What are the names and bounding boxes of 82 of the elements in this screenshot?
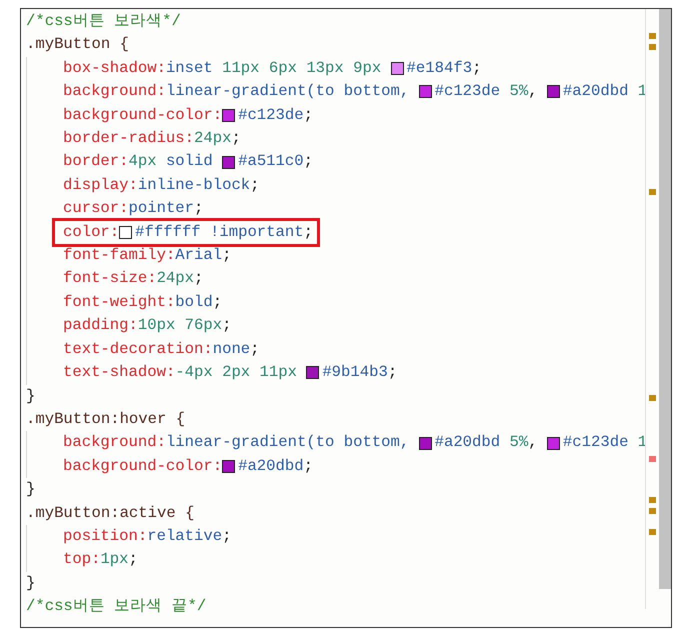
code-punctuation: ; [250, 338, 260, 360]
css-number: -4px 2px 11px [175, 362, 298, 384]
code-punctuation: , [528, 432, 539, 454]
code-punctuation: ; [194, 198, 204, 220]
code-punctuation: ; [304, 104, 313, 126]
css-value: linear-gradient(to bottom, [166, 432, 410, 454]
css-value: relative [147, 526, 222, 547]
css-value: #9b14b3 [322, 362, 388, 384]
css-property: font-weight: [63, 292, 176, 313]
css-value: #a511c0 [238, 151, 304, 172]
css-value: #c123de [562, 432, 630, 454]
css-number: 24px [194, 128, 232, 150]
css-property: background: [63, 432, 166, 454]
code-punctuation: ; [222, 315, 232, 336]
css-value: #c123de [434, 81, 502, 102]
code-punctuation: } [26, 386, 36, 406]
css-value: pointer [128, 198, 194, 220]
code-punctuation: ; [222, 526, 232, 547]
css-value: #a20dbd [434, 432, 502, 454]
css-value: inline-block [138, 174, 250, 196]
css-number: 5% [509, 432, 528, 454]
css-property: color: [63, 222, 120, 243]
css-number: 1px [100, 549, 129, 570]
ruler-marker-icon [649, 497, 656, 503]
css-number: 4px [128, 151, 158, 172]
code-punctuation: ; [250, 174, 260, 196]
css-property: position: [63, 526, 148, 547]
css-value: linear-gradient(to bottom, [166, 81, 410, 102]
ruler-marker-icon [649, 33, 656, 39]
css-value: Arial [175, 245, 222, 266]
css-property: cursor: [63, 198, 129, 220]
css-property: display: [63, 174, 138, 196]
css-value: solid [166, 151, 214, 172]
ruler-marker-icon [649, 395, 656, 401]
code-punctuation: ; [472, 58, 482, 79]
code-punctuation: ; [304, 456, 313, 477]
ruler-marker-icon [649, 189, 656, 195]
code-punctuation: } [26, 572, 36, 594]
code-comment: /*css버튼 보라색 끝*/ [26, 596, 206, 618]
code-punctuation: ; [194, 268, 204, 290]
css-number: 5% [509, 81, 528, 102]
css-value: none [212, 338, 250, 360]
css-property: border-radius: [63, 128, 194, 150]
css-property: padding: [63, 315, 138, 336]
code-punctuation: } [26, 479, 36, 500]
css-property: box-shadow: [63, 58, 166, 79]
code-comment: /*css버튼 보라색*/ [26, 11, 181, 32]
code-punctuation: ; [128, 549, 138, 570]
css-property: font-size: [63, 268, 157, 290]
code-punctuation: ; [222, 245, 232, 266]
css-value: #a20dbd [562, 81, 630, 102]
css-selector: .myButton:active { [26, 502, 194, 524]
scrollbar[interactable] [659, 9, 671, 589]
ruler-marker-icon [649, 529, 656, 535]
css-property: font-family: [63, 245, 176, 266]
css-value: inset [166, 58, 214, 79]
css-number: 24px [156, 268, 194, 290]
code-punctuation: , [528, 81, 539, 102]
css-value: #e184f3 [406, 58, 472, 79]
css-number: 10px 76px [138, 315, 222, 336]
css-value: #ffffff !important [135, 222, 304, 243]
css-value: #a20dbd [238, 456, 304, 477]
css-property: background-color: [63, 104, 222, 126]
code-punctuation: ; [212, 292, 222, 313]
css-property: background-color: [63, 456, 222, 477]
css-property: background: [63, 81, 166, 102]
css-property: text-shadow: [63, 362, 176, 384]
ruler-marker-icon [649, 456, 656, 462]
code-punctuation: ; [231, 128, 241, 150]
css-property: border: [63, 151, 129, 172]
ruler-marker-icon [649, 508, 656, 514]
css-value: bold [175, 292, 213, 313]
css-number: 11px 6px 13px 9px [222, 58, 382, 79]
ruler-marker-icon [649, 44, 656, 50]
code-punctuation: ; [388, 362, 398, 384]
css-selector: .myButton:hover { [26, 408, 186, 430]
css-selector: .myButton { [26, 34, 129, 56]
code-punctuation: ; [304, 222, 313, 243]
css-property: text-decoration: [63, 338, 213, 360]
css-value: #c123de [238, 104, 304, 126]
code-punctuation: ; [304, 151, 313, 172]
css-property: top: [63, 549, 100, 570]
